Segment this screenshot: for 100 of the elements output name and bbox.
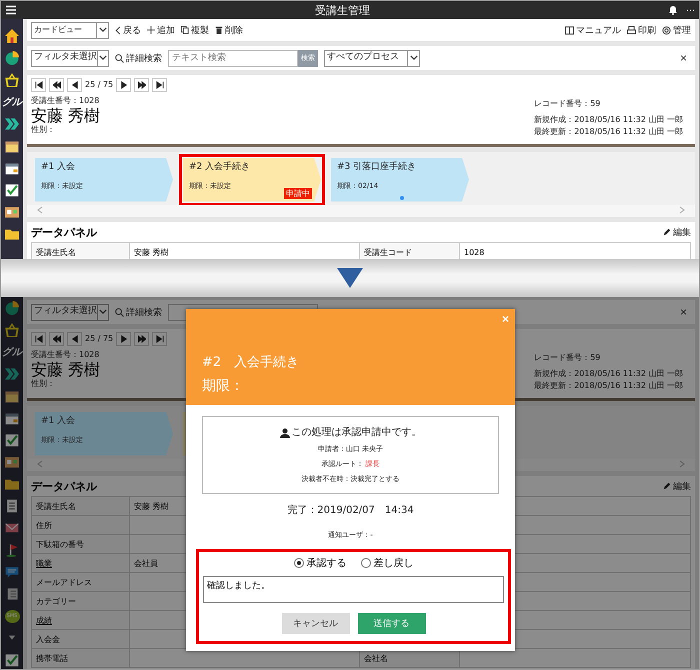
edit-button[interactable]: 編集: [663, 226, 691, 238]
field-label: 下駄箱の番号: [36, 538, 84, 550]
board-icon: [5, 455, 19, 469]
field-value: 会社員: [134, 558, 158, 568]
student-name: 安藤 秀樹: [31, 360, 100, 380]
filter-select[interactable]: フィルタ未選択: [31, 50, 109, 66]
field-label: 入会金: [36, 634, 60, 644]
approval-notice: この処理は承認申請中です。: [292, 426, 422, 440]
fast-forward-button[interactable]: [134, 78, 150, 92]
pencil-icon: [663, 482, 671, 490]
field-label: 住所: [36, 520, 52, 530]
student-number: 受講生番号：1028: [31, 96, 100, 106]
caret-down-icon: [99, 55, 107, 61]
field-label: 受講生コード: [364, 246, 412, 258]
sidebar-label[interactable]: グル: [2, 345, 22, 359]
search-icon: [115, 308, 124, 316]
pie-chart-icon: [5, 51, 19, 65]
calendar-icon: [5, 389, 19, 403]
record-number: レコード番号：59: [534, 353, 600, 363]
field-link[interactable]: 成績: [36, 614, 52, 626]
rewind-button[interactable]: [49, 78, 64, 92]
field-label: メールアドレス: [36, 576, 92, 588]
filter-select[interactable]: フィルタ未選択: [31, 304, 109, 320]
completed-time: 完了：2019/02/07 14:34: [287, 505, 414, 518]
trash-icon: [215, 26, 223, 34]
fast-forward-icon: [138, 81, 146, 89]
previous-icon: [70, 335, 78, 343]
edit-button[interactable]: 編集: [663, 480, 691, 492]
advanced-search-button[interactable]: 詳細検索: [115, 306, 162, 318]
card-title: #1 入会: [41, 162, 76, 173]
window-title: 受講生管理: [314, 2, 371, 18]
toolbar-button[interactable]: 追加: [147, 24, 175, 36]
toolbar-button[interactable]: 戻る: [115, 24, 141, 36]
basket-icon: [5, 323, 19, 337]
advanced-search-button[interactable]: 詳細検索: [115, 52, 162, 64]
chevron-left-icon: [115, 26, 121, 34]
toolbar-button[interactable]: 複製: [181, 24, 209, 36]
updated-info: 最終更新：2018/05/16 11:32 山田 一郎: [534, 127, 683, 137]
more-button[interactable]: …: [686, 4, 695, 16]
calendar-icon: [5, 161, 19, 175]
next-button[interactable]: [116, 78, 132, 92]
gender-label: 性別：: [31, 125, 55, 136]
first-page-icon: [34, 81, 42, 89]
caret-down-icon: [410, 55, 418, 61]
close-button[interactable]: ×: [676, 305, 691, 319]
status-badge: 申請中: [284, 188, 312, 198]
process-select[interactable]: すべてのプロセス: [324, 50, 420, 66]
arrow-down-icon: [337, 268, 363, 288]
toolbar-link[interactable]: 管理: [662, 24, 691, 36]
checklist-icon: [5, 653, 19, 667]
bell-icon: [668, 5, 678, 15]
dialog-deadline: 期限：: [202, 377, 245, 395]
book-icon: [565, 26, 574, 34]
close-button[interactable]: ×: [676, 51, 691, 65]
caret-down-icon: [99, 309, 107, 315]
radio-option[interactable]: 承認する: [294, 556, 346, 570]
search-icon: [115, 54, 124, 62]
last-page-button[interactable]: [152, 78, 168, 92]
first-page-icon: [34, 335, 42, 343]
rewind-icon: [52, 335, 60, 343]
menu-icon: [5, 5, 17, 15]
card-title: #3 引落口座手続き: [337, 162, 418, 173]
toolbar-button[interactable]: 削除: [215, 24, 243, 36]
chat-icon: [5, 565, 19, 579]
field-label: 携帯電話: [36, 652, 68, 664]
first-page-button[interactable]: [31, 78, 46, 92]
chevrons-icon: [5, 367, 19, 381]
comment-field[interactable]: 確認しました。: [203, 576, 504, 604]
previous-button[interactable]: [67, 78, 82, 92]
card-title: #2 入会手続き: [189, 162, 252, 173]
search-field[interactable]: テキスト検索: [168, 50, 298, 66]
updated-info: 最終更新：2018/05/16 11:32 山田 一郎: [534, 381, 683, 391]
chevron-left-icon: [37, 205, 43, 215]
settings-icon: [662, 26, 671, 34]
sidebar-label[interactable]: グル: [2, 95, 22, 109]
toolbar-link[interactable]: マニュアル: [565, 24, 621, 36]
checklist-icon: [5, 183, 19, 197]
print-icon: [627, 26, 636, 34]
chevron-right-icon: [679, 205, 685, 215]
view-select[interactable]: カードビュー: [31, 22, 109, 38]
last-page-icon: [156, 335, 164, 343]
calendar-icon: [5, 139, 19, 153]
field-label: 受講生氏名: [36, 246, 76, 258]
caret-down-icon: [7, 634, 17, 642]
plus-icon: [147, 26, 155, 34]
student-number: 受講生番号：1028: [31, 350, 100, 360]
radio-option[interactable]: 差し戻し: [360, 556, 414, 570]
toolbar-link[interactable]: 印刷: [627, 24, 656, 36]
user-icon: [280, 428, 290, 438]
pencil-icon: [663, 228, 671, 236]
field-label: カテゴリー: [36, 596, 76, 606]
next-icon: [120, 81, 128, 89]
pie-chart-icon: [5, 301, 19, 315]
field-link[interactable]: 職業: [36, 558, 52, 568]
page-counter: 25 / 75: [85, 80, 114, 90]
field-value: 安藤 秀樹: [134, 500, 169, 512]
created-info: 新規作成：2018/05/16 11:32 山田 一郎: [534, 369, 683, 379]
cancel-button[interactable]: キャンセル: [282, 613, 350, 634]
mail-icon: [5, 521, 19, 535]
panel-title: データパネル: [31, 478, 97, 494]
